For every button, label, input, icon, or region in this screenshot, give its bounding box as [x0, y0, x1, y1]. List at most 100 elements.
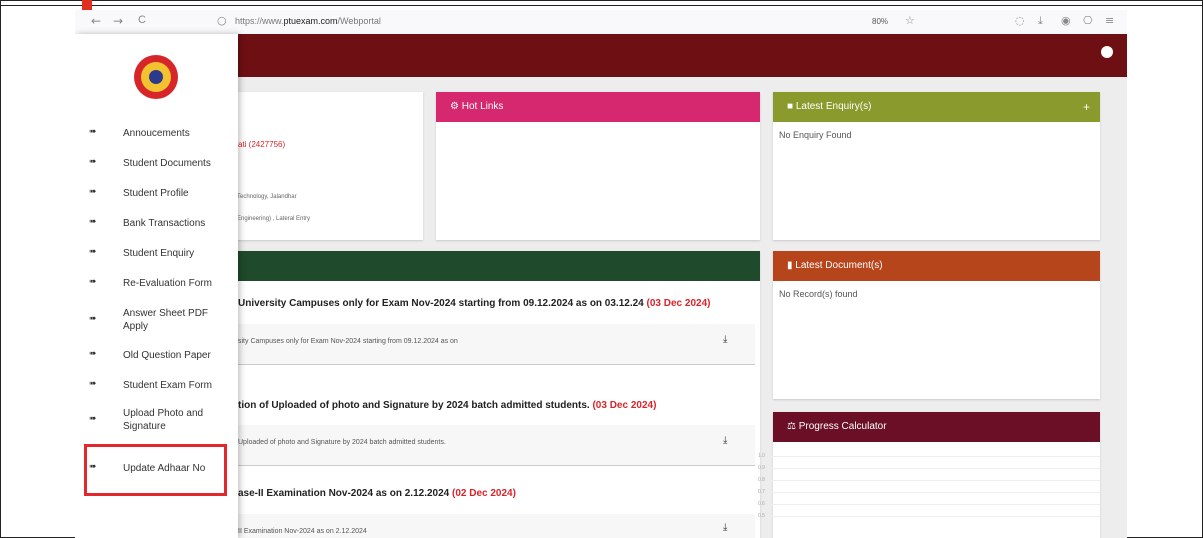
university-logo — [134, 55, 178, 99]
browser-toolbar: ← → C ○ https://www.ptuexam.com/Webporta… — [75, 10, 1127, 35]
sidebar-item-student-exam-form[interactable]: ➠ Student Exam Form — [75, 374, 238, 398]
sidebar-item-upload-photo-signature[interactable]: ➠ Upload Photo and Signature — [75, 402, 238, 438]
sidebar-item-old-question-paper[interactable]: ➠ Old Question Paper — [75, 344, 238, 368]
grid-line — [770, 468, 1100, 469]
sidebar-item-label: Student Documents — [123, 158, 211, 169]
sidebar-item-label: Student Enquiry — [123, 248, 195, 259]
account-icon[interactable]: ◉ — [1061, 14, 1071, 27]
announcement-date: (02 Dec 2024) — [452, 488, 516, 499]
announcement-doc-text: Uploaded of photo and Signature by 2024 … — [238, 439, 446, 446]
hot-links-card: ⚙ Hot Links — [436, 92, 760, 240]
documents-title: Latest Document(s) — [795, 260, 883, 271]
pocket-icon[interactable]: ◌ — [1015, 14, 1025, 27]
sidebar-item-label: Bank Transactions — [123, 218, 206, 229]
download-icon[interactable]: ⤓ — [1038, 14, 1043, 28]
sidebar-item-label: Old Question Paper — [123, 350, 211, 361]
enquiry-card: ■ Latest Enquiry(s) + No Enquiry Found — [773, 92, 1100, 240]
browser-window: ← → C ○ https://www.ptuexam.com/Webporta… — [75, 10, 1127, 538]
download-icon[interactable]: ⤓ — [723, 522, 727, 533]
documents-card: ▮ Latest Document(s) No Record(s) found — [773, 251, 1100, 399]
sidebar-item-student-documents[interactable]: ➠ Student Documents — [75, 152, 238, 176]
announcement-doc-text: II Examination Nov-2024 as on 2.12.2024 — [238, 528, 367, 535]
grid-line — [770, 504, 1100, 505]
highlight-box — [84, 444, 227, 496]
grid-line — [770, 492, 1100, 493]
url-path: /Webportal — [337, 16, 381, 26]
sidebar-item-label: Re-Evaluation Form — [123, 278, 212, 289]
arrow-right-icon: ➠ — [89, 414, 97, 424]
program-line: Engineering) , Lateral Entry — [237, 216, 311, 222]
arrow-right-icon: ➠ — [89, 247, 97, 257]
reload-icon[interactable]: C — [138, 14, 146, 26]
sidebar-item-label: Student Profile — [123, 188, 189, 199]
comment-icon: ■ — [787, 101, 796, 112]
sidebar-item-student-enquiry[interactable]: ➠ Student Enquiry — [75, 242, 238, 266]
student-name-id: ati (2427756) — [238, 140, 286, 149]
announcement-title: University Campuses only for Exam Nov-20… — [238, 298, 711, 309]
hot-links-header: ⚙ Hot Links — [436, 92, 760, 122]
top-divider — [0, 5, 1203, 6]
arrow-right-icon: ➠ — [89, 349, 97, 359]
sidebar-item-label: Answer Sheet PDF Apply — [123, 308, 209, 332]
download-icon[interactable]: ⤓ — [723, 435, 727, 446]
enquiry-empty-text: No Enquiry Found — [779, 130, 852, 140]
link-icon: ⚙ — [450, 101, 462, 112]
arrow-right-icon: ➠ — [89, 157, 97, 167]
grid-line — [770, 480, 1100, 481]
axis-tick: 0.5 — [758, 513, 765, 519]
announcement-doc-row[interactable]: II Examination Nov-2024 as on 2.12.2024 … — [231, 514, 755, 538]
axis-tick: 0.7 — [758, 489, 765, 495]
arrow-right-icon: ➠ — [89, 277, 97, 287]
announcements-card: University Campuses only for Exam Nov-20… — [225, 251, 760, 538]
announcement-title: ase-II Examination Nov-2024 as on 2.12.2… — [238, 488, 516, 499]
axis-tick: 0.9 — [758, 465, 765, 471]
announcement-date: (03 Dec 2024) — [646, 298, 711, 309]
url-bar[interactable]: https://www.ptuexam.com/Webportal — [235, 16, 381, 26]
documents-empty-text: No Record(s) found — [779, 289, 858, 299]
sidebar-item-label: Annoucements — [123, 128, 190, 139]
enquiry-header: ■ Latest Enquiry(s) — [773, 92, 1100, 122]
axis-tick: 0.8 — [758, 477, 765, 483]
url-domain: ptuexam.com — [283, 16, 338, 26]
sidebar: ➠ Annoucements ➠ Student Documents ➠ Studen… — [75, 34, 238, 538]
zoom-level[interactable]: 80% — [872, 17, 888, 26]
progress-header: ⚖ Progress Calculator — [773, 412, 1100, 442]
sidebar-item-student-profile[interactable]: ➠ Student Profile — [75, 182, 238, 206]
arrow-right-icon: ➠ — [89, 127, 97, 137]
menu-icon[interactable]: ≡ — [1105, 14, 1114, 27]
announcement-doc-row[interactable]: Uploaded of photo and Signature by 2024 … — [231, 425, 755, 466]
arrow-right-icon: ➠ — [89, 187, 97, 197]
download-icon[interactable]: ⤓ — [723, 334, 727, 345]
chart-icon: ⚖ — [787, 421, 799, 432]
enquiry-title: Latest Enquiry(s) — [795, 101, 872, 112]
college-line: Technology, Jalandhar — [237, 194, 297, 200]
announcements-header — [225, 251, 760, 281]
announcement-title: tion of Uploaded of photo and Signature … — [238, 400, 657, 411]
sidebar-item-label: Student Exam Form — [123, 380, 212, 391]
announcement-doc-row[interactable]: sity Campuses only for Exam Nov-2024 sta… — [231, 324, 755, 365]
profile-card: ati (2427756) Technology, Jalandhar Engi… — [225, 92, 423, 240]
add-enquiry-button[interactable]: + — [1083, 100, 1090, 114]
announcement-doc-text: sity Campuses only for Exam Nov-2024 sta… — [238, 338, 458, 345]
sidebar-item-label: Upload Photo and Signature — [123, 408, 204, 432]
arrow-right-icon: ➠ — [89, 379, 97, 389]
user-icon[interactable] — [1101, 46, 1113, 58]
bookmark-star-icon[interactable]: ☆ — [905, 14, 915, 27]
axis-tick: 1.0 — [758, 453, 765, 459]
sidebar-item-bank-transactions[interactable]: ➠ Bank Transactions — [75, 212, 238, 236]
grid-line — [770, 456, 1100, 457]
arrow-right-icon: ➠ — [89, 217, 97, 227]
forward-icon[interactable]: → — [113, 14, 123, 28]
extensions-icon[interactable]: ⎔ — [1083, 14, 1093, 27]
back-icon[interactable]: ← — [91, 14, 101, 28]
url-prefix: https://www. — [235, 16, 284, 26]
sidebar-item-announcements[interactable]: ➠ Annoucements — [75, 122, 238, 146]
sidebar-item-answer-sheet-pdf[interactable]: ➠ Answer Sheet PDF Apply — [75, 302, 238, 338]
shield-icon: ○ — [217, 14, 227, 27]
sidebar-item-re-evaluation-form[interactable]: ➠ Re-Evaluation Form — [75, 272, 238, 296]
progress-card: ⚖ Progress Calculator — [773, 412, 1100, 538]
grid-line — [770, 516, 1100, 517]
progress-title: Progress Calculator — [798, 421, 887, 432]
hot-links-title: Hot Links — [461, 101, 504, 112]
axis-tick: 0.6 — [758, 501, 765, 507]
